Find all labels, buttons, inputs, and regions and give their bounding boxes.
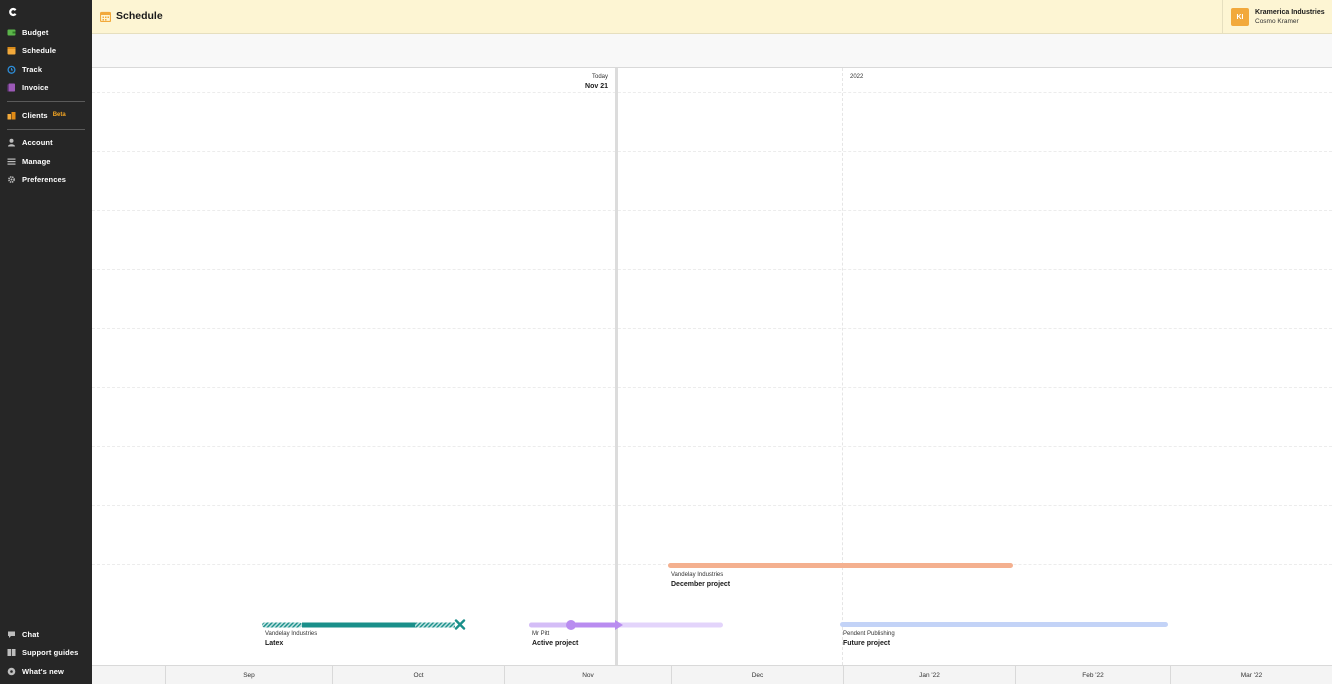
progress-handle[interactable] [566,620,576,630]
info-icon [7,667,16,676]
sidebar-item-label: Schedule [22,46,57,56]
clock-icon [7,65,16,74]
month-label: Nov [504,666,671,684]
beta-badge: Beta [52,112,66,119]
company-name: Kramerica Industries [1255,9,1325,16]
budget-icon [7,28,16,37]
sidebar-item-label: Support guides [22,648,79,658]
year-label: 2022 [850,74,864,80]
project-bar-december-project[interactable] [668,563,1013,568]
project-name[interactable]: Future project [843,640,890,647]
project-bar-active-project[interactable] [528,618,726,632]
sidebar-bottom-nav: Chat Support guides What's new [0,625,92,681]
invoice-icon [7,83,16,92]
sidebar-item-whats-new[interactable]: What's new [0,662,92,681]
sidebar-item-label: Chat [22,629,40,639]
month-label: Sep [165,666,332,684]
close-icon [454,619,466,630]
book-icon [7,648,16,657]
sidebar-divider [7,128,85,130]
row-divider [92,210,1332,211]
sidebar-item-clients[interactable]: Clients Beta [0,106,92,125]
month-axis: Sep Oct Nov Dec Jan '22 Feb '22 Mar '22 [92,665,1332,684]
list-icon [7,157,16,166]
app-logo[interactable] [7,6,19,18]
sidebar-item-support-guides[interactable]: Support guides [0,644,92,663]
sidebar-item-label: Manage [22,156,51,166]
sidebar-item-budget[interactable]: Budget [0,23,92,42]
row-divider [92,446,1332,447]
row-divider [92,269,1332,270]
month-label: Mar '22 [1170,666,1332,684]
avatar: KI [1231,8,1249,26]
row-divider [92,387,1332,388]
project-client: Vandelay Industries [671,572,724,578]
sidebar-item-label: Account [22,138,53,148]
organization-switcher[interactable]: KI Kramerica Industries Cosmo Kramer [1222,0,1332,34]
user-name: Cosmo Kramer [1255,18,1299,25]
project-name[interactable]: Latex [265,640,283,647]
sidebar-item-label: What's new [22,666,64,676]
today-label: Today [591,74,608,80]
sidebar-item-account[interactable]: Account [0,134,92,153]
project-client: Mr Pitt [532,631,550,637]
sidebar-item-track[interactable]: Track [0,60,92,79]
row-divider [92,505,1332,506]
gear-icon [7,175,16,184]
sidebar-item-schedule[interactable]: Schedule [0,42,92,61]
project-name[interactable]: December project [671,581,730,588]
sidebar-item-label: Invoice [22,83,49,93]
chat-icon [7,630,16,639]
row-divider [92,92,1332,93]
row-divider [92,328,1332,329]
month-label: Jan '22 [843,666,1015,684]
project-client: Pendent Publishing [843,631,895,637]
today-date: Nov 21 [585,83,608,90]
today-marker [615,68,618,665]
sidebar-item-label: Track [22,64,43,74]
user-icon [7,138,16,147]
page-header: Schedule KI Kramerica Industries Cosmo K… [92,0,1332,34]
page-title: Schedule [116,10,163,22]
schedule-toolbar [92,34,1332,68]
project-bar-latex[interactable] [262,619,468,631]
project-name[interactable]: Active project [532,640,578,647]
sidebar: Budget Schedule Track Invoice Clients Be… [0,0,92,684]
sidebar-item-label: Preferences [22,175,67,185]
sidebar-item-invoice[interactable]: Invoice [0,79,92,98]
schedule-timeline: Today Nov 21 2022 Vandelay Industries De… [92,68,1332,665]
calendar-icon [99,11,112,25]
sidebar-item-preferences[interactable]: Preferences [0,171,92,190]
sidebar-item-chat[interactable]: Chat [0,625,92,644]
calendar-icon [7,46,16,55]
sidebar-item-manage[interactable]: Manage [0,152,92,171]
sidebar-divider [7,101,85,102]
project-client: Vandelay Industries [265,631,318,637]
clients-icon [7,111,16,120]
row-divider [92,151,1332,152]
month-label: Oct [332,666,504,684]
year-divider [842,68,843,665]
sidebar-item-label: Budget [22,27,49,37]
main-nav: Budget Schedule Track Invoice Clients Be… [0,23,92,189]
sidebar-item-label: Clients [22,110,48,120]
month-label: Dec [671,666,843,684]
project-bar-future-project[interactable] [840,622,1168,627]
month-label: Feb '22 [1015,666,1170,684]
